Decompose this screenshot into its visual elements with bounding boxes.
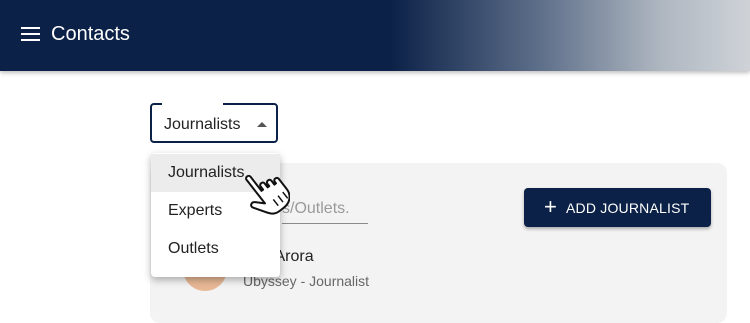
pointing-hand-cursor-icon (245, 174, 290, 215)
hamburger-menu-icon[interactable] (21, 27, 40, 41)
add-journalist-button[interactable]: + ADD JOURNALIST (524, 188, 711, 227)
search-input[interactable] (282, 195, 368, 224)
select-label-notch (162, 102, 223, 107)
menu-item-outlets[interactable]: Outlets (151, 230, 280, 268)
app-bar: Contacts (0, 0, 750, 71)
arrow-up-icon (257, 122, 267, 127)
add-journalist-label: ADD JOURNALIST (566, 200, 690, 216)
page-title: Contacts (51, 23, 130, 45)
plus-icon: + (544, 194, 557, 219)
select-value: Journalists (164, 116, 241, 133)
contact-type-select[interactable]: Journalists (150, 102, 278, 143)
